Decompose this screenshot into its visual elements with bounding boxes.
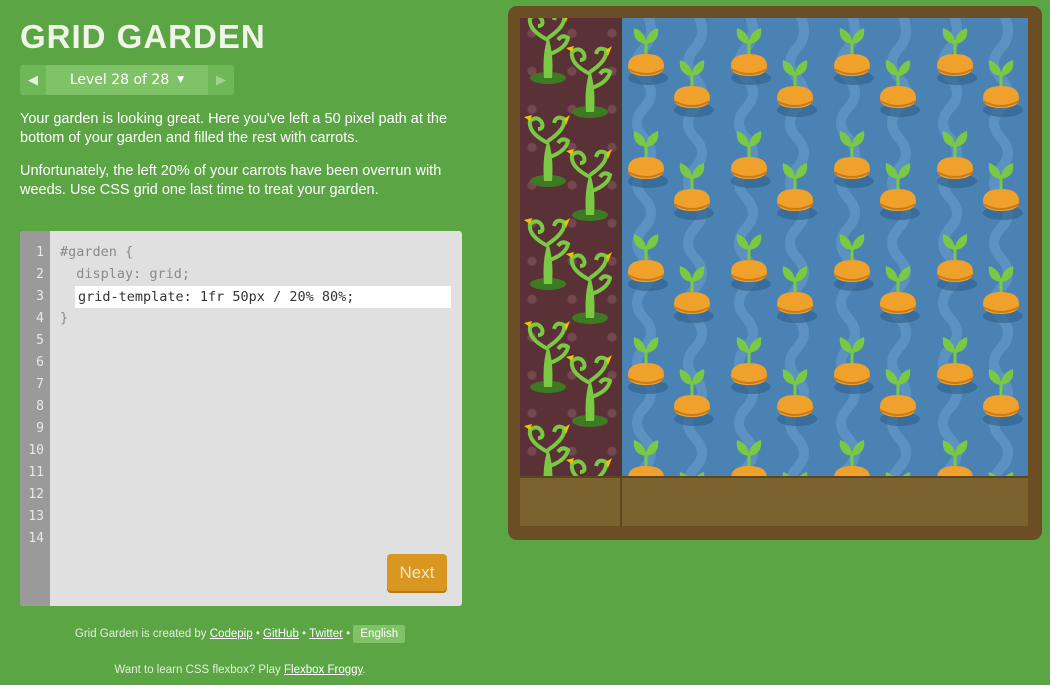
weed xyxy=(566,458,612,476)
line-number: 1 xyxy=(36,245,44,260)
soil-path-left xyxy=(520,476,622,526)
css-code-input[interactable] xyxy=(75,286,451,308)
flexbox-promo: Want to learn CSS flexbox? Play Flexbox … xyxy=(0,664,480,676)
carrot xyxy=(627,337,668,394)
carrots-illustration xyxy=(627,18,1023,476)
app-title: GRID GARDEN xyxy=(20,18,266,55)
line-number: 11 xyxy=(28,465,44,480)
carrot xyxy=(730,28,771,85)
carrot xyxy=(730,131,771,188)
level-label: Level 28 of 28 xyxy=(69,72,170,88)
carrot xyxy=(776,60,817,117)
codepip-link[interactable]: Codepip xyxy=(210,628,253,640)
carrot xyxy=(879,266,920,323)
carrot xyxy=(673,266,714,323)
next-button[interactable]: Next xyxy=(387,554,447,591)
carrot xyxy=(879,369,920,426)
carrot xyxy=(833,28,874,85)
weed xyxy=(527,18,571,84)
weed xyxy=(524,321,571,393)
line-number-gutter: 1 2 3 4 5 6 7 8 9 10 11 12 13 14 xyxy=(20,231,50,606)
carrots-area xyxy=(621,18,1028,476)
soil-path-right xyxy=(621,476,1028,526)
line-number: 7 xyxy=(36,377,44,392)
line-number: 3 xyxy=(36,289,44,304)
carrot xyxy=(879,163,920,220)
carrot xyxy=(982,369,1023,426)
weed xyxy=(524,115,571,187)
promo-suffix: . xyxy=(362,664,366,676)
carrot xyxy=(936,337,977,394)
separator: • xyxy=(302,628,307,640)
instructions: Your garden is looking great. Here you'v… xyxy=(20,110,460,214)
carrot xyxy=(673,369,714,426)
weed xyxy=(566,46,613,118)
weeds-illustration xyxy=(524,18,613,476)
triangle-left-icon: ◀ xyxy=(28,72,38,88)
carrot xyxy=(673,60,714,117)
line-number: 13 xyxy=(28,509,44,524)
carrot xyxy=(879,60,920,117)
weed xyxy=(566,149,613,221)
caret-down-icon: ▼ xyxy=(177,75,185,85)
carrot xyxy=(776,369,817,426)
carrot xyxy=(833,337,874,394)
line-number: 2 xyxy=(36,267,44,282)
instructions-paragraph-2: Unfortunately, the left 20% of your carr… xyxy=(20,163,442,198)
carrot xyxy=(833,131,874,188)
separator: • xyxy=(255,628,260,640)
garden-frame xyxy=(508,6,1042,540)
line-number: 10 xyxy=(28,443,44,458)
line-number: 12 xyxy=(28,487,44,502)
promo-text: Want to learn CSS flexbox? Play xyxy=(114,664,281,676)
line-number: 4 xyxy=(36,311,44,326)
carrot xyxy=(627,131,668,188)
left-pane: GRID GARDEN ◀ Level 28 of 28 ▼ ▶ Your ga… xyxy=(0,0,480,685)
twitter-link[interactable]: Twitter xyxy=(309,628,343,640)
line-number: 9 xyxy=(36,421,44,436)
previous-level-button[interactable]: ◀ xyxy=(20,65,46,95)
line-number: 14 xyxy=(28,531,44,546)
level-selector[interactable]: Level 28 of 28 ▼ xyxy=(46,65,208,95)
weeds-area xyxy=(520,18,622,476)
carrot xyxy=(673,163,714,220)
garden-grid xyxy=(520,18,1028,526)
carrot xyxy=(936,131,977,188)
carrot xyxy=(982,266,1023,323)
triangle-right-icon: ▶ xyxy=(216,72,226,88)
credits-text: Grid Garden is created by xyxy=(74,628,207,640)
line-number: 6 xyxy=(36,355,44,370)
weed xyxy=(524,424,571,476)
code-line-4: } xyxy=(60,310,69,326)
level-nav: ◀ Level 28 of 28 ▼ ▶ xyxy=(20,65,234,95)
separator: • xyxy=(346,628,351,640)
next-level-button[interactable]: ▶ xyxy=(208,65,234,95)
code-line-1: #garden { xyxy=(60,244,134,260)
carrot xyxy=(730,337,771,394)
instructions-paragraph-1: Your garden is looking great. Here you'v… xyxy=(20,111,448,146)
code-line-2: display: grid; xyxy=(60,266,191,282)
line-number: 5 xyxy=(36,333,44,348)
weed xyxy=(524,218,571,290)
weed xyxy=(566,355,613,427)
carrot xyxy=(982,60,1023,117)
carrot xyxy=(936,28,977,85)
carrot xyxy=(776,163,817,220)
line-number: 8 xyxy=(36,399,44,414)
carrot xyxy=(627,28,668,85)
flexbox-froggy-link[interactable]: Flexbox Froggy xyxy=(284,664,362,676)
github-link[interactable]: GitHub xyxy=(263,628,299,640)
carrot xyxy=(776,266,817,323)
carrot xyxy=(982,163,1023,220)
credits: Grid Garden is created by Codepip • GitH… xyxy=(0,625,480,643)
weed xyxy=(566,252,613,324)
language-button[interactable]: English xyxy=(353,625,406,643)
